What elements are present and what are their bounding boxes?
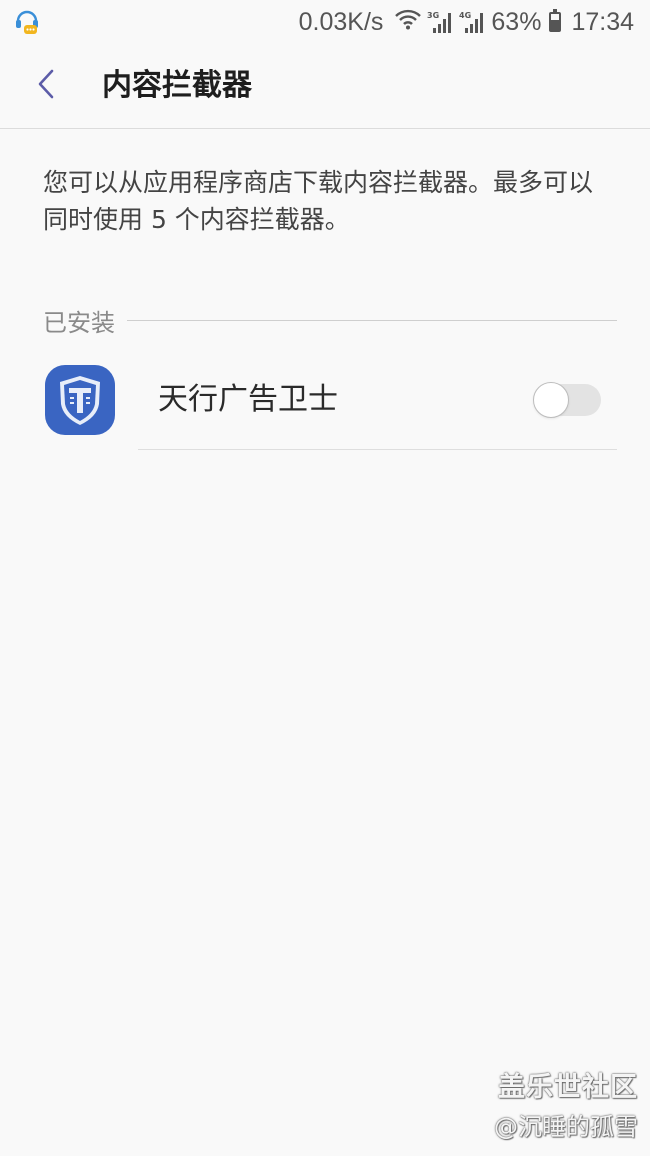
notification-headset-icon — [14, 8, 40, 36]
status-bar: 0.03K/s 3G 4G 63% 17:34 — [0, 0, 650, 44]
watermark-community: 盖乐世社区 — [498, 1072, 638, 1103]
battery-percent: 63% — [491, 7, 542, 36]
app-bar: 内容拦截器 — [0, 44, 650, 129]
page-title: 内容拦截器 — [102, 68, 252, 103]
network-speed: 0.03K/s — [298, 7, 384, 36]
watermark-author: @沉睡的孤雪 — [494, 1113, 638, 1141]
watermark: 盖乐世社区 @沉睡的孤雪 — [494, 1070, 638, 1144]
clock: 17:34 — [571, 7, 634, 36]
back-button[interactable] — [24, 64, 68, 108]
app-name: 天行广告卫士 — [158, 382, 338, 417]
section-divider — [127, 319, 617, 321]
item-divider — [138, 449, 617, 450]
enable-toggle[interactable] — [533, 382, 601, 418]
battery-icon — [549, 9, 562, 32]
section-label: 已安装 — [43, 308, 115, 337]
description-text: 您可以从应用程序商店下载内容拦截器。最多可以同时使用 5 个内容拦截器。 — [43, 168, 594, 234]
list-item[interactable]: 天行广告卫士 — [0, 352, 650, 450]
toggle-thumb — [533, 382, 569, 418]
battery-level — [551, 19, 560, 30]
wifi-icon — [395, 8, 422, 37]
tianxing-shield-app-icon — [44, 364, 116, 436]
signal-3g-icon: 3G — [427, 10, 453, 34]
installed-section-header: 已安装 — [43, 300, 617, 340]
status-indicators: 0.03K/s 3G 4G 63% 17:34 — [299, 6, 634, 38]
signal-4g-icon: 4G — [459, 10, 485, 34]
chevron-left-icon — [36, 68, 56, 104]
svg-text:4G: 4G — [459, 11, 471, 20]
svg-text:3G: 3G — [427, 11, 439, 20]
